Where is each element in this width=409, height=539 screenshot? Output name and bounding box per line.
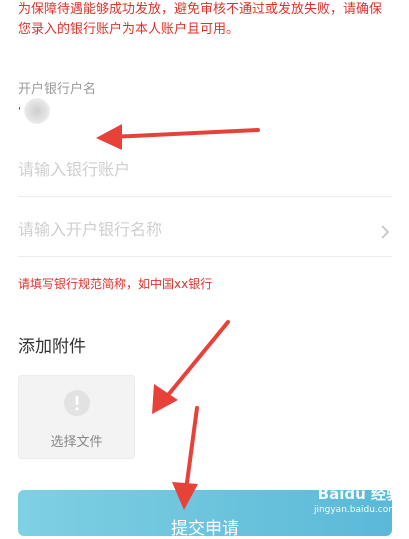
attachments-title: 添加附件 — [18, 337, 86, 357]
notice-line-2: 您录入的银行账户为本人账户且可用。 — [18, 22, 240, 37]
account-name-label: 开户银行户名 — [18, 82, 97, 97]
annotation-arrow-name — [96, 124, 260, 150]
account-name-mark: ' — [18, 106, 21, 117]
exclamation-circle-icon — [64, 390, 90, 416]
baidu-watermark: Baidu 经验 jingyan.baidu.com — [291, 483, 401, 523]
choose-file-button[interactable]: 选择文件 — [18, 375, 135, 459]
bank-account-row — [18, 150, 392, 197]
bank-name-input[interactable] — [18, 220, 358, 239]
watermark-site: jingyan.baidu.com — [313, 505, 397, 515]
account-name-value: ' — [18, 96, 52, 126]
bank-account-input[interactable] — [18, 160, 358, 179]
notice-line-1: 为保障待遇能够成功发放，避免审核不通过或发放失败，请确保 — [18, 2, 383, 17]
submit-label: 提交申请 — [171, 518, 239, 539]
choose-file-label: 选择文件 — [50, 435, 103, 450]
chevron-right-icon[interactable] — [378, 224, 392, 240]
bank-name-row[interactable] — [18, 210, 392, 257]
watermark-brand: Baidu 经验 — [317, 485, 401, 503]
notice-text: 为保障待遇能够成功发放，避免审核不通过或发放失败，请确保 您录入的银行账户为本人… — [18, 0, 398, 40]
bank-name-hint: 请填写银行规范简称，如中国xx银行 — [18, 277, 213, 291]
account-name-blurred — [24, 98, 50, 124]
annotation-arrow-upload — [152, 320, 230, 414]
